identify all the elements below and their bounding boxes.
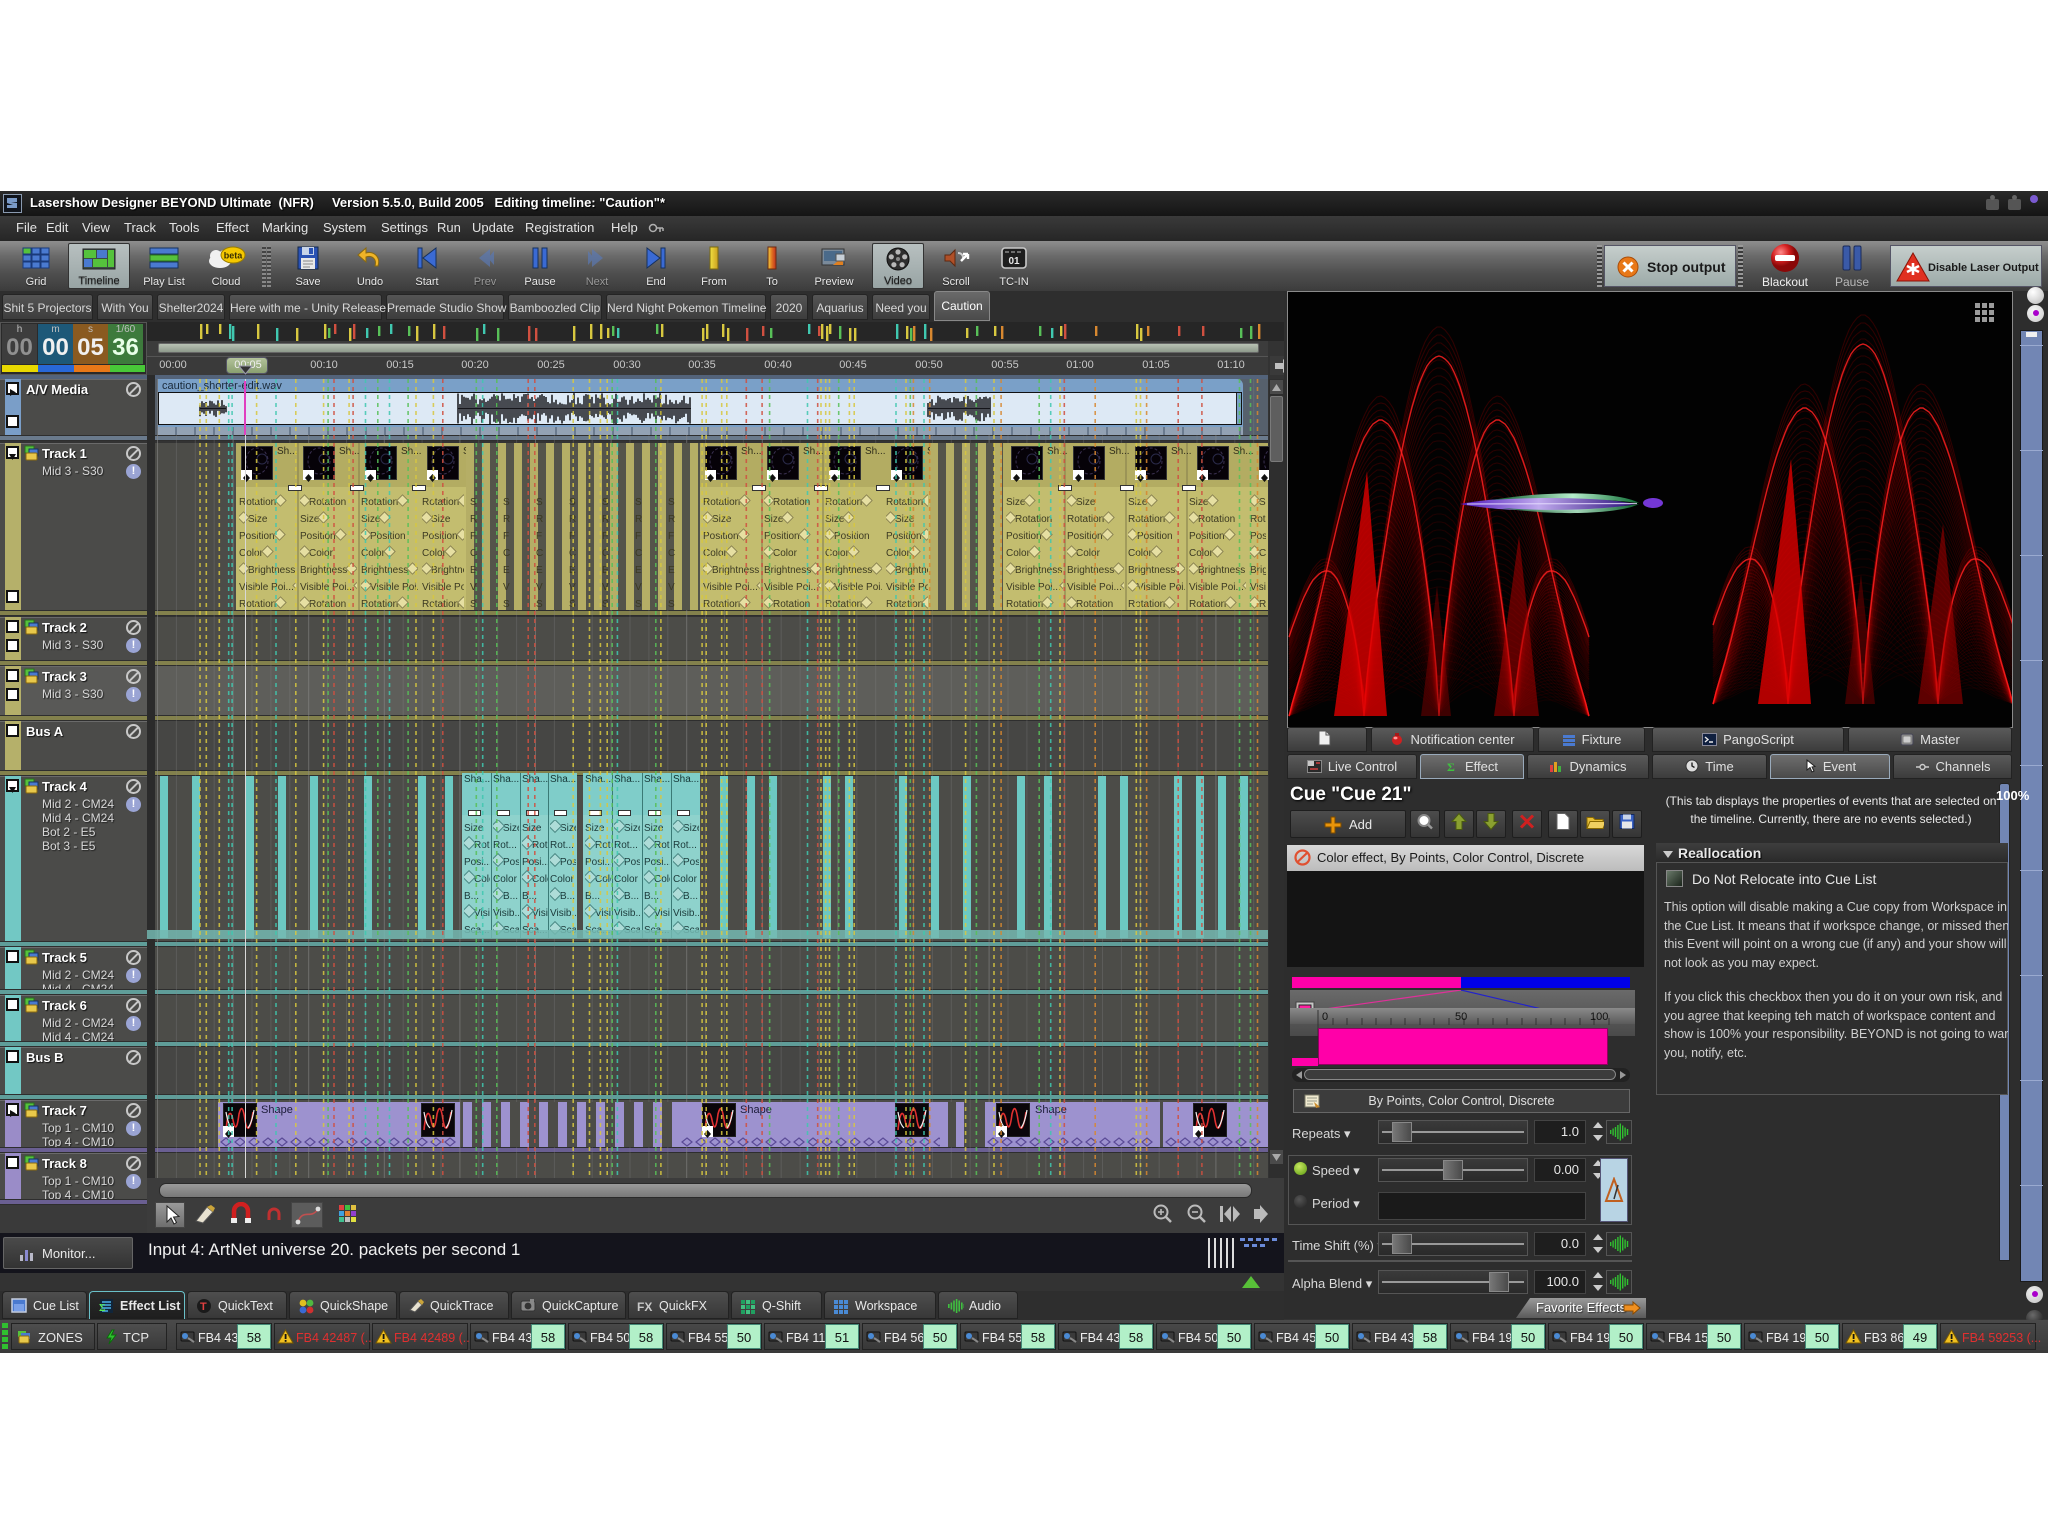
svg-text:100: 100 (1590, 1011, 1608, 1023)
svg-text:Σ: Σ (1447, 760, 1455, 773)
svg-text:0: 0 (1322, 1011, 1328, 1023)
svg-text:50: 50 (1455, 1011, 1467, 1023)
svg-text:beta: beta (224, 251, 244, 261)
svg-text:01: 01 (1008, 256, 1020, 267)
svg-text:T: T (200, 1301, 207, 1313)
svg-text:FX: FX (637, 1300, 652, 1314)
svg-text:Σ: Σ (99, 1303, 106, 1314)
